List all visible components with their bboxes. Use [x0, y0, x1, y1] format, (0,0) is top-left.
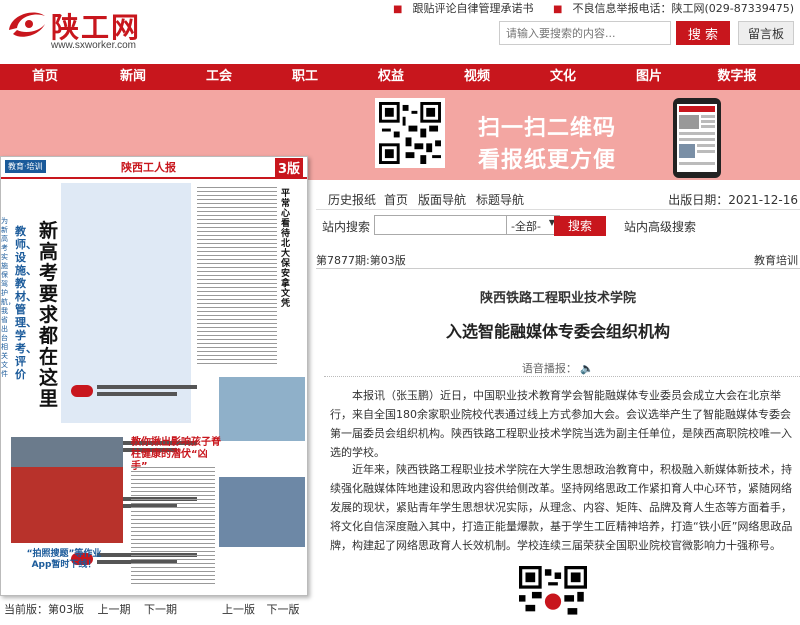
next-page-link[interactable]: 下一版 — [267, 603, 300, 616]
report-phone: ■ 不良信息举报电话：陕工网(029-87339475) — [545, 0, 794, 16]
advanced-search-link[interactable]: 站内高级搜索 — [624, 218, 696, 235]
nav-item-video[interactable]: 视频 — [446, 64, 508, 90]
search-button[interactable]: 搜 索 — [676, 21, 730, 45]
site-search-input[interactable] — [374, 215, 512, 235]
paper-photo-top — [11, 437, 123, 467]
history-paper-link[interactable]: 历史报纸 — [328, 191, 376, 208]
paper-text-column — [197, 187, 277, 367]
paper-photo — [219, 477, 305, 547]
logo-url: www.sxworker.com — [51, 40, 137, 51]
issue-number: 第7877期:第03版 — [316, 254, 406, 267]
publish-date: 出版日期：2021-12-16 — [668, 193, 798, 207]
article-subtitle: 陕西铁路工程职业技术学院 — [479, 291, 636, 306]
paper-subline: 教师、设施、教材、管理、学考、评价 — [15, 225, 37, 381]
paper-app-title[interactable]: “拍照搜题”等作业App暂时下线！ — [19, 549, 109, 571]
message-board-button[interactable]: 留言板 — [738, 21, 794, 45]
prev-page-link[interactable]: 上一版 — [222, 603, 255, 616]
paper-page-number: 3版 — [274, 158, 303, 177]
divider — [324, 376, 800, 377]
paper-masthead: 陕西工人报 — [121, 161, 176, 174]
paper-header: 教育·培训 陕西工人报 3版 — [1, 157, 307, 179]
nav-item-rights[interactable]: 权益 — [360, 64, 422, 90]
nav-item-home[interactable]: 首页 — [14, 64, 76, 90]
article-section: 教育培训 — [754, 254, 798, 267]
paper-story-link[interactable] — [71, 383, 201, 399]
paper-text-column — [131, 467, 215, 587]
nav-item-digital-paper[interactable]: 数字报 — [706, 64, 768, 90]
newspaper-page-image[interactable]: 教育·培训 陕西工人报 3版 为新高考实施保驾护航，我省出台相关文件 教师、设施… — [0, 156, 308, 596]
next-issue-link[interactable]: 下一期 — [144, 603, 177, 616]
layout-nav-link[interactable]: 版面导航 — [418, 191, 466, 208]
paper-issue-nav: 当前版：第03版 上一期 下一期 — [4, 601, 187, 617]
article-paragraph: 本报讯（张玉鹏）近日，中国职业技术教育学会智能融媒体专业委员会成立大会在北京举行… — [330, 389, 792, 459]
scope-value: -全部- — [511, 220, 541, 233]
nav-item-workers[interactable]: 职工 — [274, 64, 336, 90]
paper-toolbar: 历史报纸 首页 版面导航 标题导航 出版日期：2021-12-16 — [316, 188, 800, 210]
speaker-icon[interactable]: 🔈 — [580, 362, 594, 375]
main-nav: 首页 新闻 工会 职工 权益 视频 文化 图片 数字报 — [0, 64, 800, 90]
qr-code-icon — [519, 566, 587, 625]
top-links: ■ 跟贴评论自律管理承诺书 ■ 不良信息举报电话：陕工网(029-87339475) — [377, 0, 794, 16]
home-link[interactable]: 首页 — [384, 191, 408, 208]
top-bar: 陕工网 www.sxworker.com ■ 跟贴评论自律管理承诺书 ■ 不良信息举… — [0, 0, 800, 62]
site-search-button[interactable]: 搜索 — [554, 216, 606, 236]
paper-page-nav: 上一版 下一版 — [222, 601, 308, 617]
site-logo[interactable]: 陕工网 www.sxworker.com — [5, 6, 145, 51]
prev-issue-link[interactable]: 上一期 — [98, 603, 131, 616]
article-paragraph: 近年来，陕西铁路工程职业技术学院在大学生思想政治教育中，积极融入新媒体新技术，持… — [330, 463, 793, 552]
warning-icon: ■ — [553, 4, 563, 15]
banner-line2: 看报纸更方便 — [478, 148, 617, 173]
self-discipline-link[interactable]: ■ 跟贴评论自律管理承诺书 — [385, 0, 533, 16]
paper-headline[interactable]: 新高考要求都在这里 — [39, 221, 65, 410]
voice-label: 语音播报： — [521, 362, 577, 375]
phone-icon — [673, 98, 721, 178]
notice-icon: ■ — [393, 4, 403, 15]
site-search-scope-select[interactable]: -全部- ▼ — [506, 215, 560, 235]
paper-photo — [219, 377, 305, 441]
report-phone-label: 不良信息举报电话：陕工网(029-87339475) — [572, 2, 794, 15]
title-nav-link[interactable]: 标题导航 — [476, 191, 524, 208]
paper-side-note: 为新高考实施保驾护航，我省出台相关文件 — [1, 217, 15, 378]
voice-broadcast[interactable]: 语音播报： 🔈 — [316, 360, 800, 376]
nav-item-culture[interactable]: 文化 — [532, 64, 594, 90]
search-input[interactable] — [499, 21, 671, 45]
nav-item-union[interactable]: 工会 — [188, 64, 250, 90]
site-search: 站内搜索 -全部- ▼ 搜索 站内高级搜索 — [316, 213, 800, 239]
qr-code-icon — [375, 98, 445, 168]
nav-item-news[interactable]: 新闻 — [102, 64, 164, 90]
logo-swirl-icon — [9, 12, 45, 37]
self-discipline-label: 跟贴评论自律管理承诺书 — [412, 2, 534, 15]
paper-right-title[interactable]: 平常心看待北大保安拿文凭 — [281, 189, 293, 309]
nav-item-pictures[interactable]: 图片 — [618, 64, 680, 90]
divider — [316, 268, 800, 269]
paper-section-tag: 教育·培训 — [5, 160, 46, 173]
banner-line1: 扫一扫二维码 — [478, 116, 617, 141]
current-page-label: 当前版：第03版 — [4, 603, 84, 616]
site-search-label: 站内搜索 — [322, 220, 371, 234]
article-title: 入选智能融媒体专委会组织机构 — [445, 322, 670, 341]
